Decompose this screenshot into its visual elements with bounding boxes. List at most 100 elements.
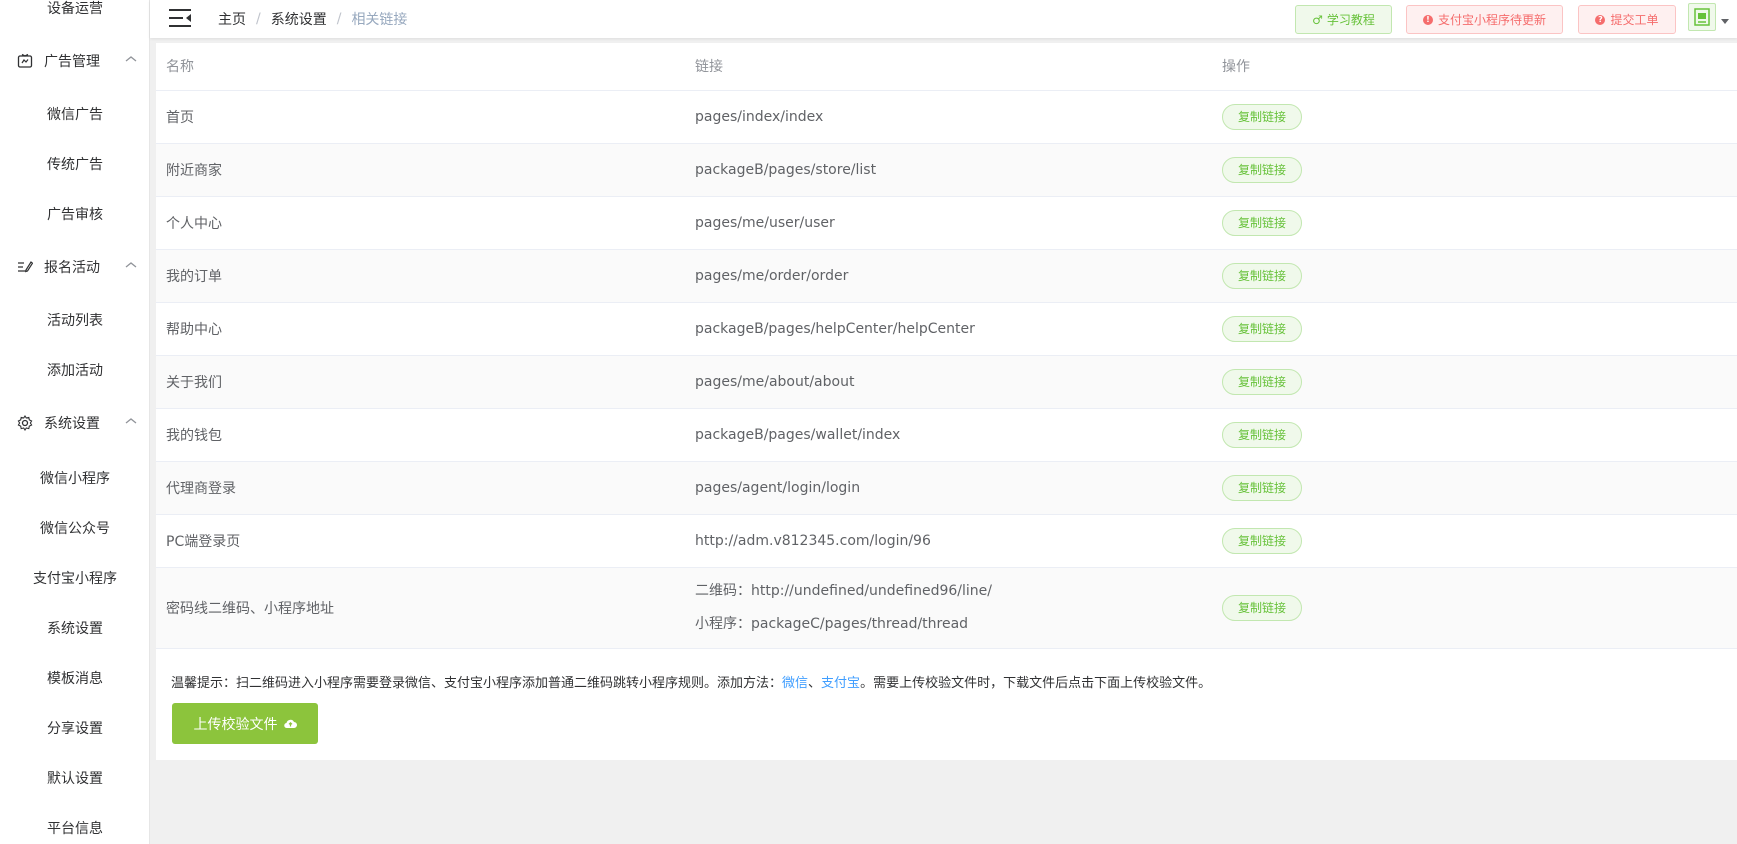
copy-link-button[interactable]: 复制链接 — [1222, 527, 1302, 554]
copy-link-button[interactable]: 复制链接 — [1222, 368, 1302, 395]
sidebar-item-platform-info[interactable]: 平台信息 — [0, 818, 149, 838]
table-row: 附近商家 packageB/pages/store/list 复制链接 — [156, 143, 1737, 197]
sidebar-item-traditional-ads[interactable]: 传统广告 — [0, 154, 149, 174]
sidebar-item-system-settings[interactable]: 系统设置 — [0, 618, 149, 638]
table-row: 个人中心 pages/me/user/user 复制链接 — [156, 196, 1737, 250]
menu-collapse-icon[interactable] — [168, 7, 192, 29]
link-text: packageB/pages/store/list — [695, 161, 877, 178]
alipay-update-button[interactable]: ! 支付宝小程序待更新 — [1406, 5, 1563, 34]
table-row: 密码线二维码、小程序地址 二维码：http://undefined/undefin… — [156, 567, 1737, 649]
copy-link-button[interactable]: 复制链接 — [1222, 156, 1302, 183]
column-header-name: 名称 — [156, 43, 685, 91]
copy-link-button[interactable]: 复制链接 — [1222, 474, 1302, 501]
copy-link-button[interactable]: 复制链接 — [1222, 103, 1302, 130]
row-link: packageB/pages/store/list — [685, 143, 1212, 197]
row-name: 我的订单 — [156, 249, 685, 303]
avatar[interactable] — [1688, 3, 1716, 31]
wechat-link[interactable]: 微信 — [782, 676, 808, 691]
breadcrumb: 主页 / 系统设置 / 相关链接 — [218, 9, 408, 29]
row-action: 复制链接 — [1212, 355, 1737, 409]
alipay-link[interactable]: 支付宝 — [821, 676, 860, 691]
sidebar-item-default-settings[interactable]: 默认设置 — [0, 768, 149, 788]
copy-link-button[interactable]: 复制链接 — [1222, 421, 1302, 448]
copy-link-button[interactable]: 复制链接 — [1222, 594, 1302, 621]
table-row: 我的钱包 packageB/pages/wallet/index 复制链接 — [156, 408, 1737, 462]
sidebar-item-label: 微信小程序 — [40, 471, 110, 487]
sidebar-item-ad-review[interactable]: 广告审核 — [0, 204, 149, 224]
sidebar-group-label: 系统设置 — [44, 416, 100, 432]
table-row: 首页 pages/index/index 复制链接 — [156, 90, 1737, 144]
row-action: 复制链接 — [1212, 567, 1737, 649]
row-link: packageB/pages/helpCenter/helpCenter — [685, 302, 1212, 356]
sidebar-item-label: 设备运营 — [47, 1, 103, 17]
link-text: http://adm.v812345.com/login/96 — [695, 532, 931, 549]
link-text: pages/me/order/order — [695, 267, 849, 284]
copy-link-button[interactable]: 复制链接 — [1222, 262, 1302, 289]
learn-tutorial-button[interactable]: ♂ 学习教程 — [1295, 5, 1392, 34]
sidebar-group-activities[interactable]: 报名活动 — [0, 242, 149, 292]
link-text: pages/index/index — [695, 108, 824, 125]
submit-ticket-button[interactable]: ? 提交工单 — [1578, 5, 1676, 34]
edit-list-icon — [16, 258, 34, 276]
sidebar-item-label: 默认设置 — [47, 771, 103, 787]
breadcrumb-home[interactable]: 主页 — [218, 9, 246, 29]
sidebar-group-label: 报名活动 — [44, 260, 100, 276]
help-icon: ? — [1595, 14, 1606, 25]
upload-verify-file-button[interactable]: 上传校验文件 — [172, 703, 318, 744]
submit-ticket-label: 提交工单 — [1610, 13, 1659, 27]
sidebar-item-label: 微信公众号 — [40, 521, 110, 537]
breadcrumb-system-settings[interactable]: 系统设置 — [271, 9, 327, 29]
sidebar-item-device-ops[interactable]: 设备运营 — [0, 0, 149, 18]
alipay-update-label: 支付宝小程序待更新 — [1437, 13, 1546, 27]
row-link: http://adm.v812345.com/login/96 — [685, 514, 1212, 568]
row-action: 复制链接 — [1212, 196, 1737, 250]
row-link: pages/me/about/about — [685, 355, 1212, 409]
sidebar-item-wechat-official[interactable]: 微信公众号 — [0, 518, 149, 538]
table-row: 关于我们 pages/me/about/about 复制链接 — [156, 355, 1737, 409]
copy-link-button[interactable]: 复制链接 — [1222, 209, 1302, 236]
row-link: packageB/pages/wallet/index — [685, 408, 1212, 462]
link-text: packageB/pages/wallet/index — [695, 426, 901, 443]
table-header-row: 名称 链接 操作 — [156, 43, 1737, 91]
row-name: 代理商登录 — [156, 461, 685, 515]
table-row: 帮助中心 packageB/pages/helpCenter/helpCenter… — [156, 302, 1737, 356]
links-table: 名称 链接 操作 首页 pages/index/index 复制链接 附近商家 pack… — [156, 43, 1737, 649]
sidebar-item-label: 微信广告 — [47, 107, 103, 123]
row-name: 关于我们 — [156, 355, 685, 409]
chevron-up-icon — [125, 262, 137, 268]
sidebar-group-ads[interactable]: 广告管理 — [0, 36, 149, 86]
table-row: PC端登录页 http://adm.v812345.com/login/96 复制链… — [156, 514, 1737, 568]
sidebar-item-share-settings[interactable]: 分享设置 — [0, 718, 149, 738]
link-text: pages/me/user/user — [695, 214, 835, 231]
sidebar-item-label: 支付宝小程序 — [33, 571, 117, 587]
male-icon: ♂ — [1312, 12, 1323, 27]
sidebar-item-wechat-ads[interactable]: 微信广告 — [0, 104, 149, 124]
copy-link-button[interactable]: 复制链接 — [1222, 315, 1302, 342]
sidebar-item-wechat-miniprogram[interactable]: 微信小程序 — [0, 468, 149, 488]
chevron-up-icon — [125, 56, 137, 62]
row-action: 复制链接 — [1212, 90, 1737, 144]
sidebar-group-label: 广告管理 — [44, 54, 100, 70]
link-text: pages/me/about/about — [695, 373, 855, 390]
sidebar-group-system-settings[interactable]: 系统设置 — [0, 398, 149, 448]
row-name: 附近商家 — [156, 143, 685, 197]
column-header-link: 链接 — [685, 43, 1212, 91]
row-name: 个人中心 — [156, 196, 685, 250]
link-text: 小程序：packageC/pages/thread/thread — [695, 615, 969, 632]
sidebar-item-activity-list[interactable]: 活动列表 — [0, 310, 149, 330]
cloud-upload-icon — [283, 719, 297, 729]
sidebar-item-label: 平台信息 — [47, 821, 103, 837]
row-action: 复制链接 — [1212, 408, 1737, 462]
row-action: 复制链接 — [1212, 302, 1737, 356]
column-header-action: 操作 — [1212, 43, 1737, 91]
sidebar-item-label: 广告审核 — [47, 207, 103, 223]
alert-icon: ! — [1422, 14, 1433, 25]
row-action: 复制链接 — [1212, 249, 1737, 303]
row-link: pages/me/user/user — [685, 196, 1212, 250]
caret-down-icon[interactable] — [1721, 19, 1729, 24]
row-name: 首页 — [156, 90, 685, 144]
sidebar-item-alipay-miniprogram[interactable]: 支付宝小程序 — [0, 568, 149, 588]
row-name: 我的钱包 — [156, 408, 685, 462]
sidebar-item-template-messages[interactable]: 模板消息 — [0, 668, 149, 688]
sidebar-item-add-activity[interactable]: 添加活动 — [0, 360, 149, 380]
